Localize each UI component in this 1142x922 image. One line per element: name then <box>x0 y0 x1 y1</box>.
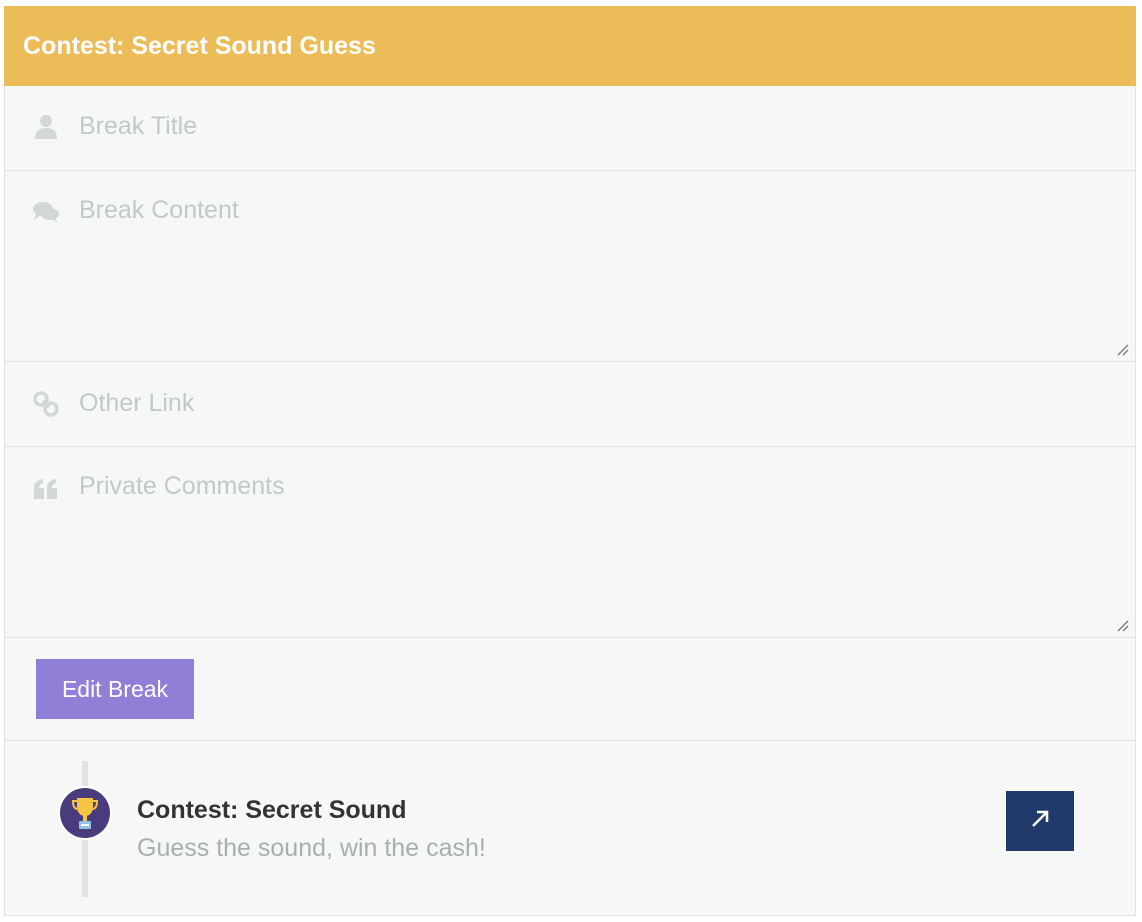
private-comments-placeholder: Private Comments <box>79 472 285 500</box>
break-title-field[interactable]: Break Title <box>5 86 1135 171</box>
user-icon <box>32 113 60 141</box>
other-link-field[interactable]: Other Link <box>5 363 1135 447</box>
private-comments-field[interactable]: Private Comments <box>5 448 1135 638</box>
edit-break-button[interactable]: Edit Break <box>36 659 194 719</box>
break-content-field[interactable]: Break Content <box>5 172 1135 362</box>
avatar <box>58 786 112 840</box>
other-link-placeholder: Other Link <box>79 389 195 417</box>
arrow-up-right-icon <box>1029 808 1051 835</box>
list-item: Contest: Secret Sound Guess the sound, w… <box>5 741 1135 915</box>
break-title-placeholder: Break Title <box>79 112 198 140</box>
form-actions: Edit Break <box>5 638 1135 741</box>
trophy-icon <box>60 788 110 838</box>
break-content-placeholder: Break Content <box>79 196 239 224</box>
item-title: Contest: Secret Sound <box>137 796 407 824</box>
break-editor-panel: Contest: Secret Sound Guess Break Title … <box>4 6 1136 916</box>
panel-title: Contest: Secret Sound Guess <box>23 31 376 60</box>
link-icon <box>32 390 60 418</box>
item-subtitle: Guess the sound, win the cash! <box>137 834 486 862</box>
panel-header: Contest: Secret Sound Guess <box>4 6 1136 86</box>
comments-icon <box>32 198 60 226</box>
resize-handle-icon[interactable] <box>1117 619 1129 632</box>
quote-icon <box>32 475 60 503</box>
resize-handle-icon[interactable] <box>1117 343 1129 356</box>
open-item-button[interactable] <box>1006 791 1074 851</box>
